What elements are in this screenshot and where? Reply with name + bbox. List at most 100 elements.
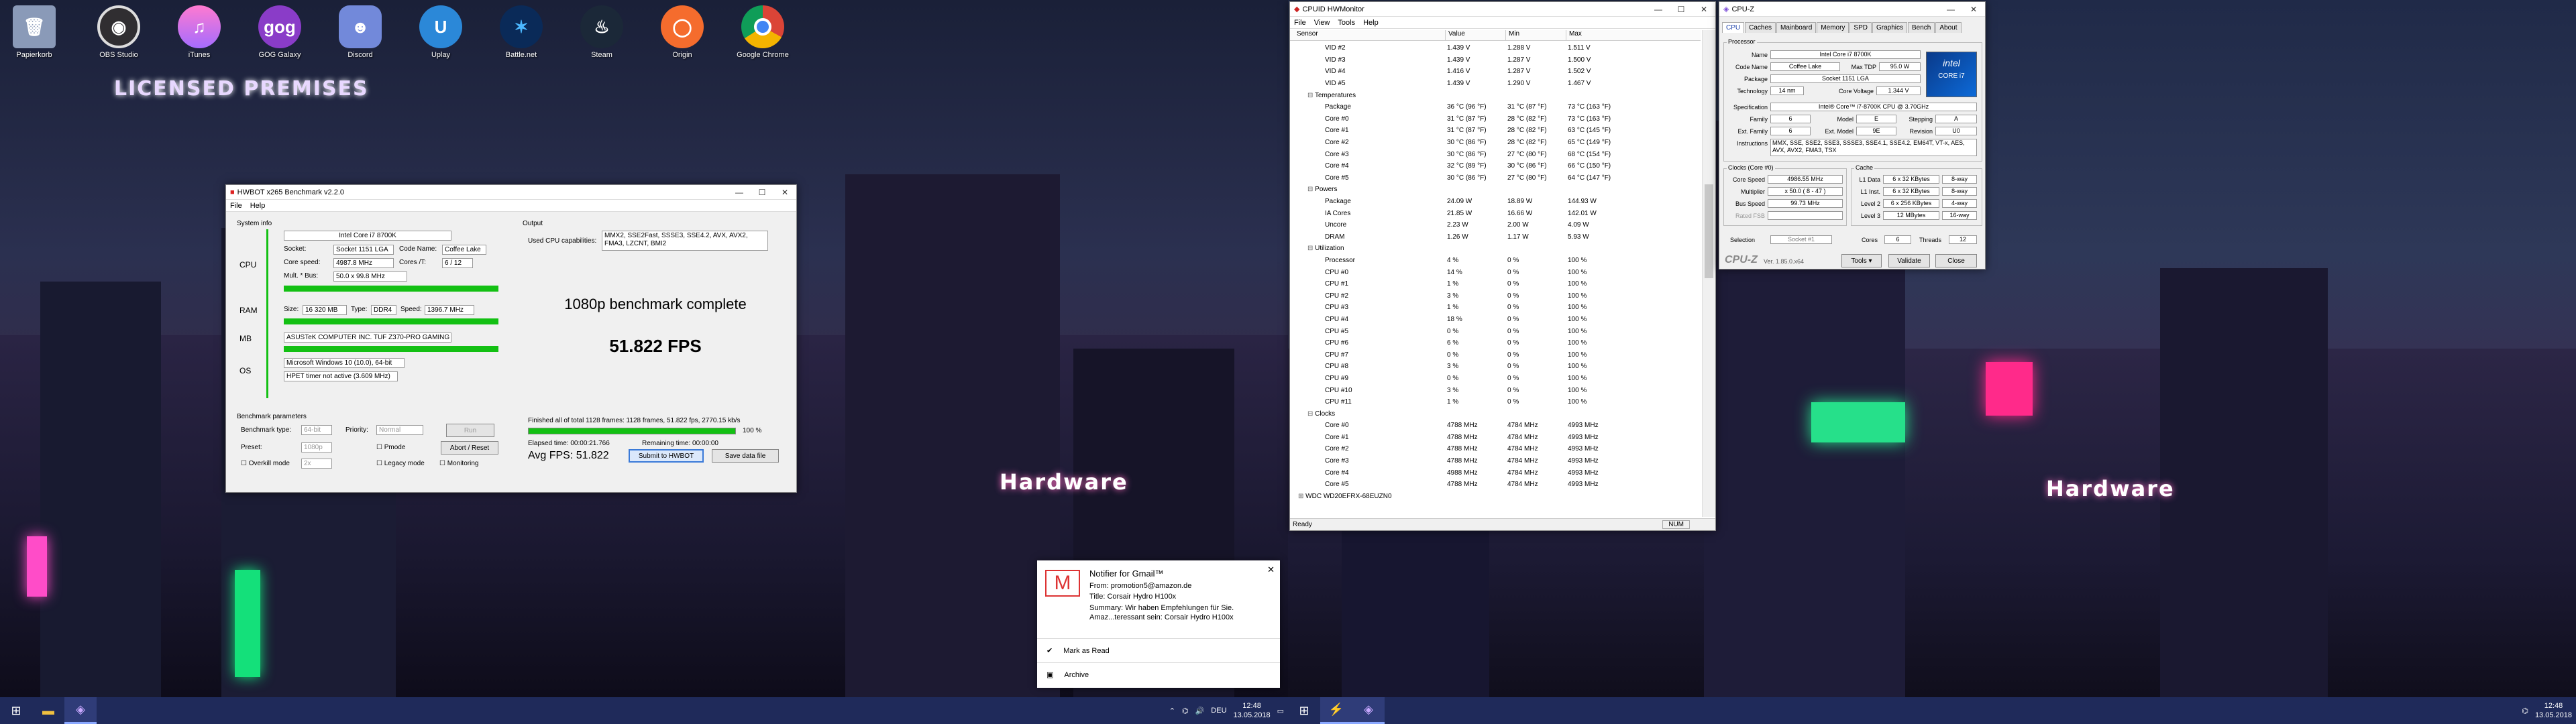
menu-help[interactable]: Help (1363, 19, 1379, 27)
tab-bench[interactable]: Bench (1908, 22, 1935, 33)
sensor-row[interactable]: DRAM 1.26 W 1.17 W 5.93 W (1290, 231, 1627, 243)
sensor-row[interactable]: Core #3 4788 MHz 4784 MHz 4993 MHz (1290, 455, 1627, 467)
close-icon[interactable]: ✕ (1267, 564, 1275, 575)
minimize-button[interactable]: — (1939, 2, 1962, 17)
vertical-scrollbar[interactable] (1702, 30, 1715, 517)
tab-graphics[interactable]: Graphics (1872, 22, 1907, 33)
column-sensor[interactable]: Sensor (1290, 30, 1446, 40)
close-button[interactable]: ✕ (773, 185, 796, 200)
expand-icon[interactable]: ⊟ (1307, 245, 1315, 252)
archive-button[interactable]: ▣ Archive (1037, 662, 1280, 686)
sensor-row[interactable]: Core #4 32 °C (89 °F) 30 °C (86 °F) 66 °C (… (1290, 160, 1627, 172)
sensor-row[interactable]: ⊞ WDC WD20EFRX-68EUZN0 (1290, 491, 1627, 503)
desktop-icon-obs[interactable]: ◉ OBS Studio (93, 5, 145, 59)
sensor-row[interactable]: Core #1 31 °C (87 °F) 28 °C (82 °F) 63 °C (… (1290, 125, 1627, 137)
run-button[interactable]: Run (446, 424, 494, 437)
taskbar-explorer[interactable]: ▬ (32, 697, 64, 724)
close-button[interactable]: ✕ (1962, 2, 1985, 17)
sensor-row[interactable]: VID #3 1.439 V 1.287 V 1.500 V (1290, 54, 1627, 66)
sensor-row[interactable]: Core #2 30 °C (86 °F) 28 °C (82 °F) 65 °C (… (1290, 137, 1627, 149)
sensor-row[interactable]: VID #2 1.439 V 1.288 V 1.511 V (1290, 42, 1627, 54)
sensor-row[interactable]: CPU #11 1 % 0 % 100 % (1290, 396, 1627, 408)
sensor-row[interactable]: Package 24.09 W 18.89 W 144.93 W (1290, 196, 1627, 208)
validate-button[interactable]: Validate (1888, 254, 1930, 267)
sensor-row[interactable]: ⊟ Powers (1290, 184, 1627, 196)
sensor-row[interactable]: VID #5 1.439 V 1.290 V 1.467 V (1290, 78, 1627, 90)
sensor-row[interactable]: CPU #2 3 % 0 % 100 % (1290, 290, 1627, 302)
menu-file[interactable]: File (1294, 19, 1306, 27)
minimize-button[interactable]: — (728, 185, 751, 200)
sensor-row[interactable]: Core #1 4788 MHz 4784 MHz 4993 MHz (1290, 432, 1627, 444)
submit-hwbot-button[interactable]: Submit to HWBOT (629, 449, 704, 463)
tab-caches[interactable]: Caches (1745, 22, 1776, 33)
desktop-icon-uplay[interactable]: U Uplay (415, 5, 467, 59)
sensor-row[interactable]: Core #4 4988 MHz 4784 MHz 4993 MHz (1290, 467, 1627, 479)
notification-center-icon[interactable]: ▭ (1277, 707, 1284, 715)
language-indicator[interactable]: DEU (1211, 707, 1226, 715)
sensor-row[interactable]: CPU #3 1 % 0 % 100 % (1290, 302, 1627, 314)
sensor-row[interactable]: Core #5 30 °C (86 °F) 27 °C (80 °F) 64 °C (… (1290, 172, 1627, 184)
sensor-row[interactable]: Core #3 30 °C (86 °F) 27 °C (80 °F) 68 °C (… (1290, 148, 1627, 160)
sensor-row[interactable]: Core #0 4788 MHz 4784 MHz 4993 MHz (1290, 420, 1627, 432)
sensor-row[interactable]: CPU #7 0 % 0 % 100 % (1290, 349, 1627, 361)
mark-as-read-button[interactable]: ✔ Mark as Read (1037, 638, 1280, 662)
menu-file[interactable]: File (230, 202, 242, 210)
overkill-checkbox[interactable]: ☐ Overkill mode (241, 460, 290, 467)
legacy-checkbox[interactable]: ☐ Legacy mode (376, 460, 425, 467)
desktop-icon-origin[interactable]: ◯ Origin (656, 5, 708, 59)
clock-2[interactable]: 12:48 13.05.2018 (2535, 701, 2572, 720)
maximize-button[interactable]: ☐ (1670, 2, 1693, 17)
sensor-row[interactable]: CPU #9 0 % 0 % 100 % (1290, 373, 1627, 385)
expand-icon[interactable]: ⊟ (1307, 186, 1315, 193)
network-icon[interactable]: ⌬ (1182, 707, 1189, 715)
column-value[interactable]: Value (1446, 30, 1506, 40)
monitoring-checkbox[interactable]: ☐ Monitoring (439, 460, 478, 467)
sensor-row[interactable]: ⊟ Clocks (1290, 408, 1627, 420)
sensor-row[interactable]: CPU #6 6 % 0 % 100 % (1290, 337, 1627, 349)
desktop-icon-steam[interactable]: ♨ Steam (576, 5, 628, 59)
sensor-row[interactable]: CPU #10 3 % 0 % 100 % (1290, 384, 1627, 396)
pmode-checkbox[interactable]: ☐ Pmode (376, 444, 405, 451)
taskbar-cpuz[interactable]: ◈ (1352, 697, 1385, 724)
drive-icon[interactable]: ⊞ (1298, 493, 1305, 500)
preset-select[interactable]: 1080p (301, 442, 332, 452)
desktop-icon-itunes[interactable]: ♫ iTunes (173, 5, 225, 59)
scrollbar-thumb[interactable] (1705, 184, 1713, 278)
tab-memory[interactable]: Memory (1817, 22, 1849, 33)
bench-type-select[interactable]: 64-bit (301, 425, 332, 435)
volume-icon[interactable]: 🔊 (1195, 707, 1205, 715)
desktop-icon-discord[interactable]: ☻ Discord (334, 5, 386, 59)
sensor-row[interactable]: CPU #0 14 % 0 % 100 % (1290, 266, 1627, 278)
priority-select[interactable]: Normal (376, 425, 423, 435)
menu-view[interactable]: View (1314, 19, 1330, 27)
clock-1[interactable]: 12:48 13.05.2018 (1234, 701, 1271, 720)
sensor-row[interactable]: ⊟ Utilization (1290, 243, 1627, 255)
close-button[interactable]: ✕ (1693, 2, 1715, 17)
tools-button[interactable]: Tools ▾ (1841, 254, 1882, 267)
desktop-icon-gog[interactable]: gog GOG Galaxy (254, 5, 306, 59)
hwbot-titlebar[interactable]: ■ HWBOT x265 Benchmark v2.2.0 — ☐ ✕ (226, 185, 796, 200)
start-button[interactable]: ⊞ (1288, 697, 1320, 724)
desktop-icon-recycle-bin[interactable]: 🗑 Papierkorb (8, 5, 60, 59)
save-data-file-button[interactable]: Save data file (712, 449, 779, 463)
column-min[interactable]: Min (1506, 30, 1566, 40)
sensor-row[interactable]: CPU #4 18 % 0 % 100 % (1290, 314, 1627, 326)
hwmonitor-titlebar[interactable]: ◆ CPUID HWMonitor — ☐ ✕ (1290, 2, 1715, 17)
sensor-row[interactable]: Core #0 31 °C (87 °F) 28 °C (82 °F) 73 °C (… (1290, 113, 1627, 125)
sensor-row[interactable]: ⊟ Temperatures (1290, 89, 1627, 101)
sensor-row[interactable]: IA Cores 21.85 W 16.66 W 142.01 W (1290, 207, 1627, 219)
minimize-button[interactable]: — (1647, 2, 1670, 17)
column-max[interactable]: Max (1566, 30, 1627, 40)
chevron-up-icon[interactable]: ⌃ (1169, 707, 1175, 715)
tab-about[interactable]: About (1935, 22, 1962, 33)
expand-icon[interactable]: ⊟ (1307, 92, 1315, 99)
sensor-row[interactable]: Core #2 4788 MHz 4784 MHz 4993 MHz (1290, 443, 1627, 455)
abort-reset-button[interactable]: Abort / Reset (441, 441, 498, 455)
sensor-row[interactable]: Uncore 2.23 W 2.00 W 4.09 W (1290, 219, 1627, 231)
close-cpuz-button[interactable]: Close (1935, 254, 1977, 267)
menu-help[interactable]: Help (250, 202, 266, 210)
overkill-select[interactable]: 2x (301, 459, 332, 469)
cpuz-titlebar[interactable]: ◈ CPU-Z — ✕ (1719, 2, 1985, 17)
sensor-row[interactable]: VID #4 1.416 V 1.287 V 1.502 V (1290, 66, 1627, 78)
sensor-row[interactable]: CPU #1 1 % 0 % 100 % (1290, 278, 1627, 290)
